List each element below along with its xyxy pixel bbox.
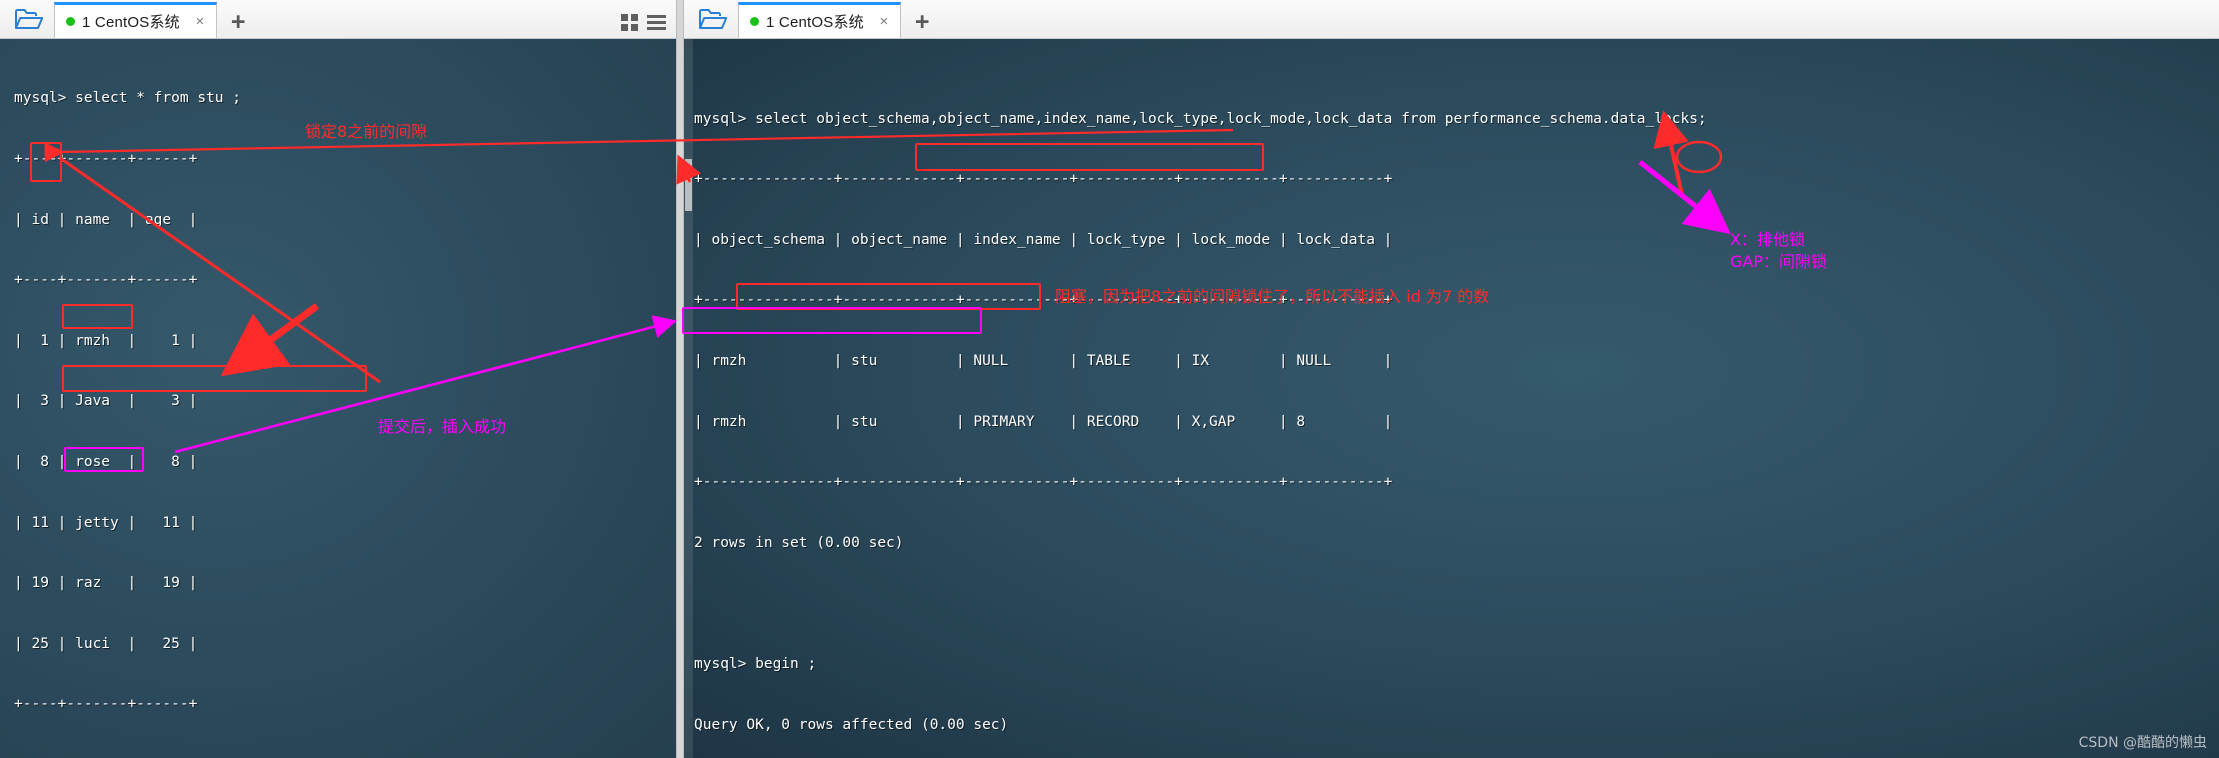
view-controls xyxy=(621,14,666,31)
close-icon[interactable]: × xyxy=(876,14,892,29)
terminal-line: | 19 | raz | 19 | xyxy=(14,575,198,592)
tab-label: 1 CentOS系统 xyxy=(766,14,864,31)
terminal-line: | rmzh | stu | PRIMARY | RECORD | X,GAP … xyxy=(694,413,1393,430)
terminal-scrollbar[interactable] xyxy=(684,39,693,758)
grid-view-icon[interactable] xyxy=(621,14,638,31)
terminal-line: +---------------+-------------+---------… xyxy=(694,171,1393,188)
terminal-line: | id | name | age | xyxy=(14,211,198,228)
terminal-line: | 8 | rose | 8 | xyxy=(14,453,198,470)
terminal-scrollbar-thumb[interactable] xyxy=(685,159,692,211)
tab-centos-left[interactable]: 1 CentOS系统 × xyxy=(54,2,217,38)
terminal-line: +---------------+-------------+---------… xyxy=(694,292,1393,309)
terminal-line: | 1 | rmzh | 1 | xyxy=(14,332,198,349)
terminal-line: Query OK, 0 rows affected (0.00 sec) xyxy=(694,716,1009,733)
tab-centos-right[interactable]: 1 CentOS系统 × xyxy=(738,2,901,38)
terminal-line: +---------------+-------------+---------… xyxy=(694,474,1393,491)
right-tabbar: 1 CentOS系统 × + xyxy=(684,0,2219,39)
terminal-line: | 25 | luci | 25 | xyxy=(14,635,198,652)
folder-open-icon[interactable] xyxy=(690,1,736,37)
right-pane: 1 CentOS系统 × + mysql> select object_sche… xyxy=(684,0,2219,758)
list-view-icon[interactable] xyxy=(647,15,666,30)
terminal-line: mysql> select * from stu ; xyxy=(14,90,241,107)
left-tabbar: 1 CentOS系统 × + xyxy=(0,0,676,39)
terminal-line: mysql> select object_schema,object_name,… xyxy=(694,110,1707,127)
close-icon[interactable]: × xyxy=(192,14,208,29)
terminal-line: +----+-------+------+ xyxy=(14,151,198,167)
folder-open-icon[interactable] xyxy=(6,1,52,37)
terminal-line: +----+-------+------+ xyxy=(14,272,198,289)
tab-status-dot xyxy=(750,17,759,26)
terminal-line: mysql> begin ; xyxy=(694,655,817,672)
new-tab-button[interactable]: + xyxy=(915,10,930,35)
terminal-line: | rmzh | stu | NULL | TABLE | IX | NULL … xyxy=(694,352,1393,369)
terminal-line: | 3 | Java | 3 | xyxy=(14,393,198,410)
terminal-line: | object_schema | object_name | index_na… xyxy=(694,231,1393,248)
terminal-line: +----+-------+------+ xyxy=(14,696,198,713)
tab-label: 1 CentOS系统 xyxy=(82,14,180,31)
pane-splitter[interactable] xyxy=(676,0,684,758)
terminal-line: 2 rows in set (0.00 sec) xyxy=(694,534,904,551)
left-terminal-output[interactable]: mysql> select * from stu ; +----+-------… xyxy=(0,39,676,758)
terminal-line: | 11 | jetty | 11 | xyxy=(14,514,198,531)
tab-status-dot xyxy=(66,17,75,26)
new-tab-button[interactable]: + xyxy=(231,10,246,35)
left-pane: 1 CentOS系统 × + mysql> select * from stu … xyxy=(0,0,676,758)
terminal-app-window: 1 CentOS系统 × + mysql> select * from stu … xyxy=(0,0,2219,758)
right-terminal-output[interactable]: mysql> select object_schema,object_name,… xyxy=(684,39,2219,758)
